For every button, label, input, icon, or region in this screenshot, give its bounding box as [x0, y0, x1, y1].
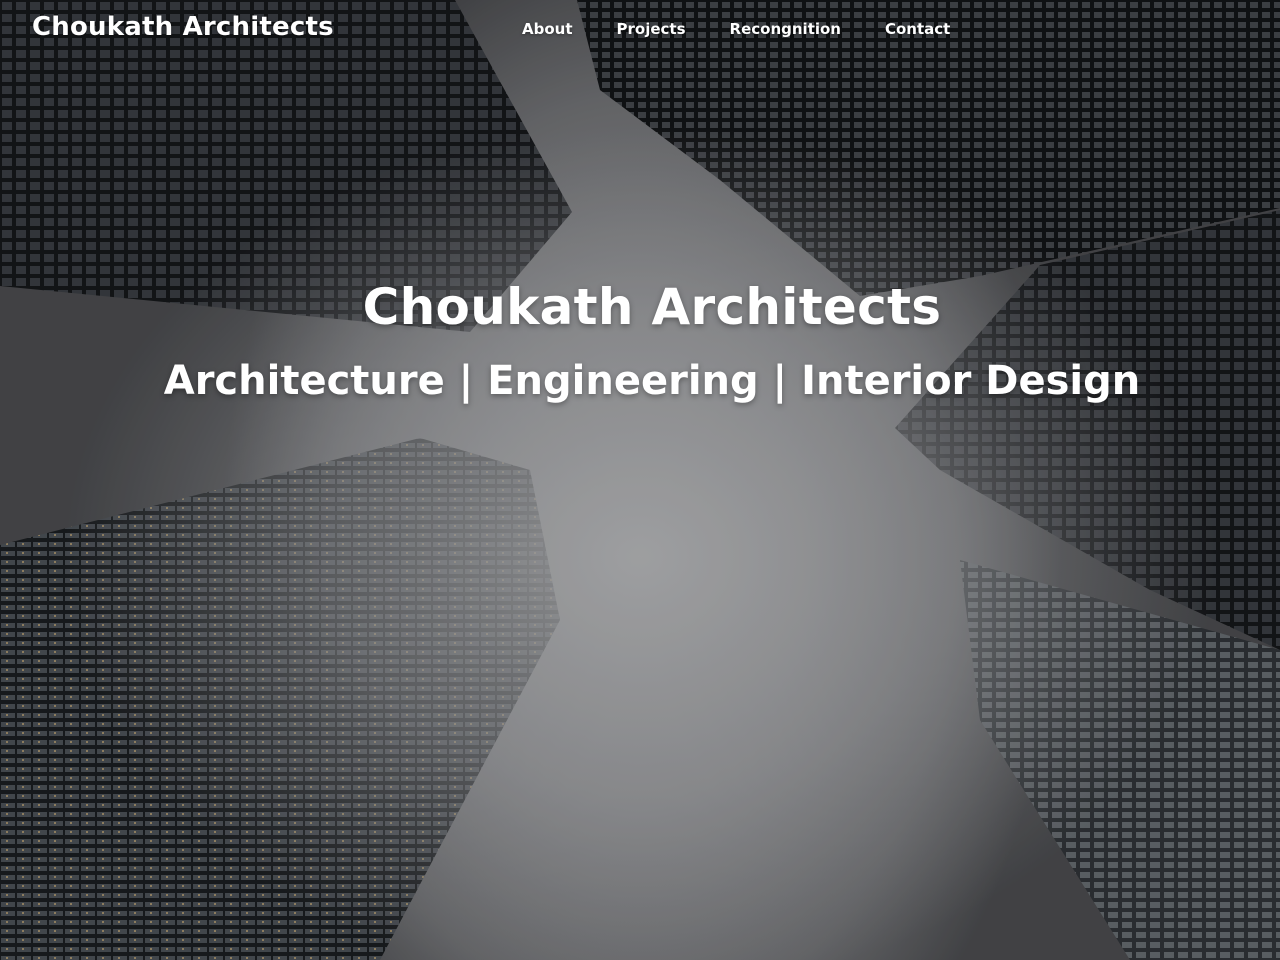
top-navbar: Choukath Architects About Projects Recon… [0, 0, 1280, 60]
nav-link-about[interactable]: About [500, 20, 595, 38]
nav-links: About Projects Recongnition Contact [500, 20, 972, 38]
hero-title: Choukath Architects [362, 278, 942, 336]
nav-link-recognition[interactable]: Recongnition [708, 20, 863, 38]
skyscrapers-background-image [0, 0, 1280, 960]
hero-heading-block: Choukath Architects Architecture | Engin… [0, 278, 1280, 404]
nav-link-contact[interactable]: Contact [863, 20, 972, 38]
nav-link-projects[interactable]: Projects [595, 20, 708, 38]
brand-logo-link[interactable]: Choukath Architects [32, 12, 334, 42]
hero-section: Choukath Architects About Projects Recon… [0, 0, 1280, 960]
hero-subtitle: Architecture | Engineering | Interior De… [163, 358, 1141, 404]
